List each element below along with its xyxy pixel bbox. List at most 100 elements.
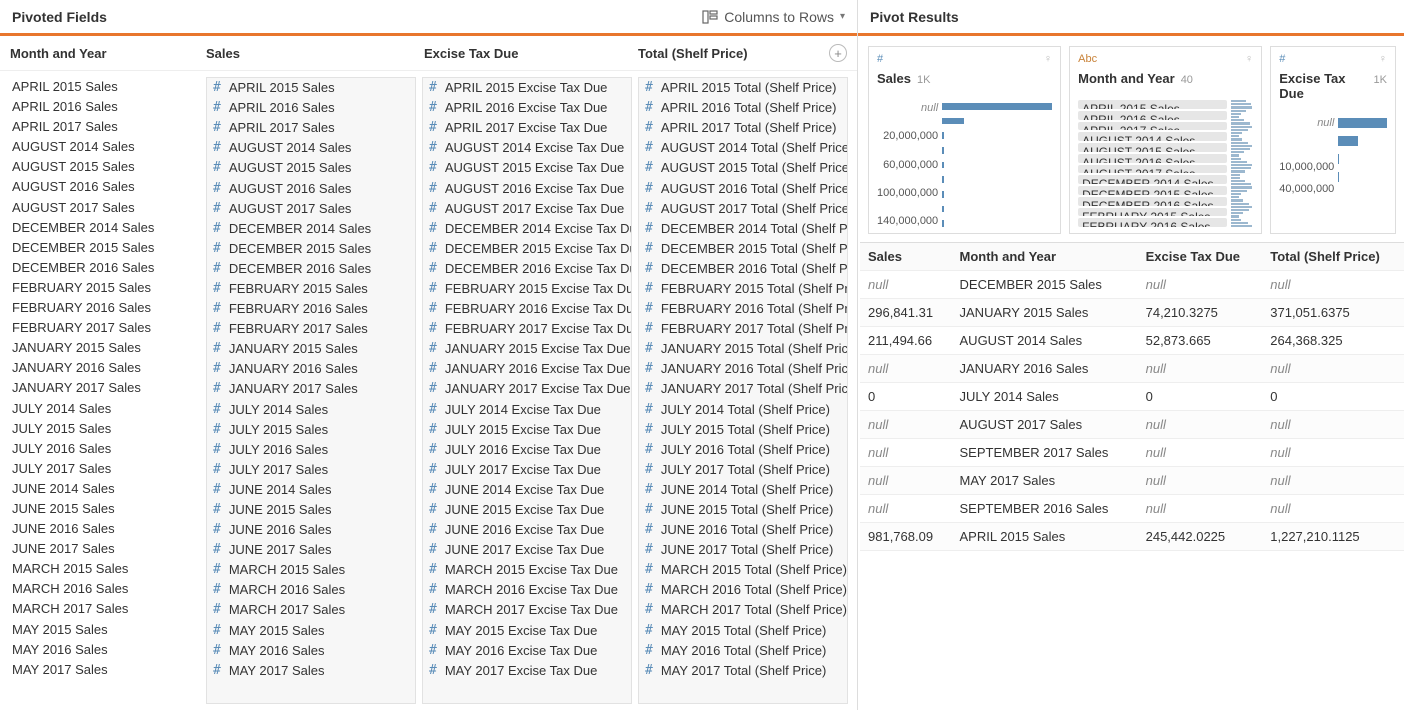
table-row[interactable]: 981,768.09APRIL 2015 Sales245,442.02251,… <box>860 523 1404 551</box>
field-item[interactable]: #JUNE 2016 Sales <box>207 520 415 540</box>
field-item[interactable]: #FEBRUARY 2016 Total (Shelf Price) <box>639 299 847 319</box>
field-item[interactable]: #JULY 2017 Excise Tax Due <box>423 460 631 480</box>
value-tag[interactable]: FEBRUARY 2015 Sales <box>1078 208 1227 217</box>
field-item[interactable]: #DECEMBER 2015 Total (Shelf Price) <box>639 239 847 259</box>
field-item[interactable]: #AUGUST 2017 Excise Tax Due <box>423 199 631 219</box>
field-item[interactable]: #JUNE 2017 Total (Shelf Price) <box>639 540 847 560</box>
field-item[interactable]: #JUNE 2014 Excise Tax Due <box>423 480 631 500</box>
field-item[interactable]: #DECEMBER 2016 Sales <box>207 259 415 279</box>
table-row[interactable]: nullDECEMBER 2015 Salesnullnull <box>860 271 1404 299</box>
field-item[interactable]: #MAY 2016 Sales <box>207 641 415 661</box>
field-item[interactable]: #MAY 2017 Excise Tax Due <box>423 661 631 681</box>
field-item[interactable]: #APRIL 2016 Excise Tax Due <box>423 98 631 118</box>
field-item[interactable]: MARCH 2017 Sales <box>10 599 200 619</box>
field-item[interactable]: AUGUST 2015 Sales <box>10 157 200 177</box>
field-item[interactable]: #AUGUST 2015 Total (Shelf Price) <box>639 158 847 178</box>
field-item[interactable]: #JULY 2014 Total (Shelf Price) <box>639 400 847 420</box>
field-item[interactable]: FEBRUARY 2017 Sales <box>10 318 200 338</box>
field-item[interactable]: #MARCH 2015 Total (Shelf Price) <box>639 560 847 580</box>
field-item[interactable]: JULY 2016 Sales <box>10 439 200 459</box>
field-list-0[interactable]: APRIL 2015 SalesAPRIL 2016 SalesAPRIL 20… <box>10 77 200 704</box>
field-item[interactable]: #FEBRUARY 2016 Excise Tax Due <box>423 299 631 319</box>
lightbulb-icon[interactable]: ♀ <box>1044 53 1052 65</box>
field-item[interactable]: #DECEMBER 2015 Sales <box>207 239 415 259</box>
field-item[interactable]: JANUARY 2017 Sales <box>10 378 200 398</box>
col-header-excise[interactable]: Excise Tax Due <box>424 46 638 61</box>
table-header[interactable]: Sales <box>860 243 952 271</box>
field-item[interactable]: #JUNE 2015 Excise Tax Due <box>423 500 631 520</box>
field-item[interactable]: APRIL 2016 Sales <box>10 97 200 117</box>
table-row[interactable]: 296,841.31JANUARY 2015 Sales74,210.32753… <box>860 299 1404 327</box>
field-list-3[interactable]: #APRIL 2015 Total (Shelf Price)#APRIL 20… <box>638 77 848 704</box>
field-item[interactable]: #JANUARY 2015 Total (Shelf Price) <box>639 339 847 359</box>
field-item[interactable]: #FEBRUARY 2017 Sales <box>207 319 415 339</box>
field-item[interactable]: #MARCH 2015 Sales <box>207 560 415 580</box>
field-item[interactable]: #AUGUST 2014 Total (Shelf Price) <box>639 138 847 158</box>
field-item[interactable]: #MARCH 2016 Total (Shelf Price) <box>639 580 847 600</box>
field-item[interactable]: #MAY 2016 Total (Shelf Price) <box>639 641 847 661</box>
field-item[interactable]: #FEBRUARY 2017 Excise Tax Due <box>423 319 631 339</box>
lightbulb-icon[interactable]: ♀ <box>1379 53 1387 65</box>
field-item[interactable]: #AUGUST 2014 Sales <box>207 138 415 158</box>
field-item[interactable]: #JUNE 2015 Sales <box>207 500 415 520</box>
field-item[interactable]: APRIL 2017 Sales <box>10 117 200 137</box>
field-item[interactable]: #APRIL 2017 Total (Shelf Price) <box>639 118 847 138</box>
field-item[interactable]: DECEMBER 2015 Sales <box>10 238 200 258</box>
field-item[interactable]: #JULY 2014 Excise Tax Due <box>423 400 631 420</box>
field-item[interactable]: #JULY 2017 Total (Shelf Price) <box>639 460 847 480</box>
field-item[interactable]: FEBRUARY 2016 Sales <box>10 298 200 318</box>
field-item[interactable]: #DECEMBER 2014 Excise Tax Due <box>423 219 631 239</box>
field-item[interactable]: #JANUARY 2016 Sales <box>207 359 415 379</box>
field-item[interactable]: #FEBRUARY 2015 Excise Tax Due <box>423 279 631 299</box>
field-item[interactable]: #JANUARY 2017 Sales <box>207 379 415 399</box>
field-item[interactable]: AUGUST 2017 Sales <box>10 198 200 218</box>
field-item[interactable]: JULY 2014 Sales <box>10 399 200 419</box>
field-item[interactable]: JULY 2017 Sales <box>10 459 200 479</box>
value-tag[interactable]: APRIL 2017 Sales <box>1078 122 1227 131</box>
field-item[interactable]: #JUNE 2017 Sales <box>207 540 415 560</box>
field-item[interactable]: #DECEMBER 2014 Sales <box>207 219 415 239</box>
field-item[interactable]: #APRIL 2016 Total (Shelf Price) <box>639 98 847 118</box>
value-tag[interactable]: AUGUST 2014 Sales <box>1078 132 1227 141</box>
field-item[interactable]: #JULY 2015 Total (Shelf Price) <box>639 420 847 440</box>
lightbulb-icon[interactable]: ♀ <box>1245 53 1253 65</box>
field-item[interactable]: #DECEMBER 2016 Excise Tax Due <box>423 259 631 279</box>
field-item[interactable]: #MARCH 2016 Sales <box>207 580 415 600</box>
field-item[interactable]: #AUGUST 2017 Sales <box>207 199 415 219</box>
field-item[interactable]: #FEBRUARY 2017 Total (Shelf Price) <box>639 319 847 339</box>
field-item[interactable]: #APRIL 2017 Sales <box>207 118 415 138</box>
field-item[interactable]: JUNE 2017 Sales <box>10 539 200 559</box>
field-item[interactable]: #MARCH 2015 Excise Tax Due <box>423 560 631 580</box>
field-item[interactable]: #MAY 2017 Sales <box>207 661 415 681</box>
field-item[interactable]: #JUNE 2015 Total (Shelf Price) <box>639 500 847 520</box>
profile-card-month-and-year[interactable]: Abc♀Month and Year40APRIL 2015 SalesAPRI… <box>1069 46 1262 234</box>
field-item[interactable]: #JUNE 2014 Sales <box>207 480 415 500</box>
field-item[interactable]: JUNE 2014 Sales <box>10 479 200 499</box>
field-item[interactable]: MAY 2016 Sales <box>10 640 200 660</box>
field-item[interactable]: #JULY 2016 Excise Tax Due <box>423 440 631 460</box>
field-item[interactable]: #JULY 2016 Sales <box>207 440 415 460</box>
field-item[interactable]: #AUGUST 2015 Sales <box>207 158 415 178</box>
table-header[interactable]: Excise Tax Due <box>1138 243 1263 271</box>
field-item[interactable]: DECEMBER 2014 Sales <box>10 218 200 238</box>
field-item[interactable]: DECEMBER 2016 Sales <box>10 258 200 278</box>
field-item[interactable]: APRIL 2015 Sales <box>10 77 200 97</box>
value-tag[interactable]: DECEMBER 2015 Sales <box>1078 186 1227 195</box>
field-item[interactable]: #APRIL 2015 Excise Tax Due <box>423 78 631 98</box>
field-item[interactable]: MAY 2015 Sales <box>10 620 200 640</box>
field-item[interactable]: #AUGUST 2016 Sales <box>207 178 415 198</box>
field-item[interactable]: #MARCH 2017 Total (Shelf Price) <box>639 600 847 620</box>
field-item[interactable]: #JULY 2016 Total (Shelf Price) <box>639 440 847 460</box>
field-item[interactable]: #DECEMBER 2015 Excise Tax Due <box>423 239 631 259</box>
field-item[interactable]: #MAY 2016 Excise Tax Due <box>423 641 631 661</box>
value-tag[interactable]: FEBRUARY 2016 Sales <box>1078 218 1227 227</box>
field-item[interactable]: #MAY 2015 Excise Tax Due <box>423 621 631 641</box>
field-item[interactable]: #JANUARY 2016 Excise Tax Due <box>423 359 631 379</box>
field-item[interactable]: AUGUST 2014 Sales <box>10 137 200 157</box>
add-column-button[interactable]: + <box>829 44 847 62</box>
value-tag[interactable]: AUGUST 2017 Sales <box>1078 165 1227 174</box>
field-item[interactable]: #MAY 2015 Sales <box>207 621 415 641</box>
table-row[interactable]: nullSEPTEMBER 2017 Salesnullnull <box>860 439 1404 467</box>
field-item[interactable]: #JANUARY 2017 Excise Tax Due <box>423 379 631 399</box>
table-row[interactable]: 0JULY 2014 Sales00 <box>860 383 1404 411</box>
